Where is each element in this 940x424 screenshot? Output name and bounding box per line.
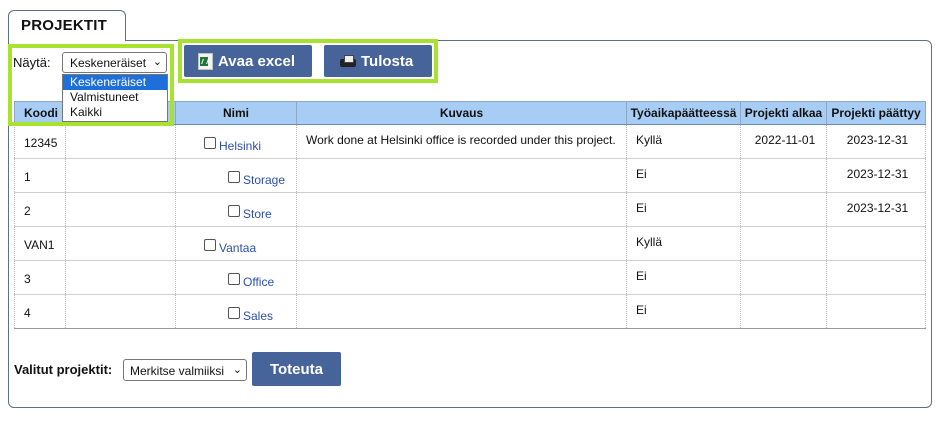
project-checkbox[interactable] [228,307,240,319]
cell-blank [65,158,176,193]
cell-end: 2023-12-31 [826,158,926,193]
show-label: Näytä: [13,55,51,70]
cell-code: 4 [14,294,66,329]
cell-name: Helsinki [175,124,297,159]
cell-description [296,226,627,261]
bulk-action-value: Merkitse valmiiksi [130,364,225,378]
excel-icon [198,52,213,70]
cell-terminal: Ei [626,192,741,227]
cell-code: VAN1 [14,226,66,261]
cell-description [296,192,627,227]
cell-blank [65,260,176,295]
cell-terminal: Ei [626,260,741,295]
cell-name: Sales [175,294,297,329]
table-row: VAN1 Vantaa Kyllä [14,226,926,261]
cell-blank [65,226,176,261]
table-row: 12345 Helsinki Work done at Helsinki offic… [14,124,926,159]
cell-name: Storage [175,158,297,193]
column-header-description[interactable]: Kuvaus [296,101,627,125]
cell-description [296,158,627,193]
dropdown-option-keskeneraiset[interactable]: Keskeneräiset [63,75,167,90]
project-name-link[interactable]: Helsinki [219,139,261,153]
cell-code: 1 [14,158,66,193]
project-checkbox[interactable] [228,171,240,183]
cell-name: Store [175,192,297,227]
selected-projects-label: Valitut projektit: [14,362,113,377]
cell-terminal: Kyllä [626,226,741,261]
projects-table: Koodi Nimi Kuvaus Työaikapäätteessä Proj… [14,101,926,329]
cell-code: 3 [14,260,66,295]
table-row: 2 Store Ei 2023-12-31 [14,192,926,227]
column-header-start[interactable]: Projekti alkaa [740,101,827,125]
cell-start [740,260,827,295]
table-row: 4 Sales Ei [14,294,926,329]
show-filter-dropdown: Keskeneräiset Valmistuneet Kaikki [62,74,168,122]
project-checkbox[interactable] [228,273,240,285]
open-excel-label: Avaa excel [218,52,296,70]
column-header-end[interactable]: Projekti päättyy [826,101,926,125]
print-button[interactable]: Tulosta [324,45,432,77]
cell-description [296,294,627,329]
project-name-link[interactable]: Office [243,275,274,289]
table-row: 3 Office Ei [14,260,926,295]
cell-end [826,226,926,261]
bulk-action-select[interactable]: Merkitse valmiiksi ⌄ [123,359,247,381]
open-excel-button[interactable]: Avaa excel [184,45,312,77]
project-checkbox[interactable] [228,205,240,217]
tab-projektit[interactable]: PROJEKTIT [8,10,126,41]
table-row: 1 Storage Ei 2023-12-31 [14,158,926,193]
dropdown-option-valmistuneet[interactable]: Valmistuneet [63,90,167,105]
cell-terminal: Ei [626,158,741,193]
cell-code: 12345 [14,124,66,159]
execute-button[interactable]: Toteuta [252,352,341,386]
chevron-down-icon: ⌄ [232,364,242,376]
cell-start [740,158,827,193]
cell-terminal: Kyllä [626,124,741,159]
cell-start [740,294,827,329]
cell-name: Vantaa [175,226,297,261]
cell-terminal: Ei [626,294,741,329]
cell-code: 2 [14,192,66,227]
project-name-link[interactable]: Store [243,207,272,221]
project-checkbox[interactable] [204,239,216,251]
project-name-link[interactable]: Vantaa [219,241,256,255]
printer-icon [340,54,356,68]
show-filter-select[interactable]: Keskeneräiset ⌄ [62,52,167,73]
print-label: Tulosta [361,52,414,70]
cell-blank [65,124,176,159]
dropdown-option-kaikki[interactable]: Kaikki [63,105,167,120]
column-header-terminal[interactable]: Työaikapäätteessä [626,101,741,125]
cell-end: 2023-12-31 [826,124,926,159]
cell-blank [65,192,176,227]
cell-start: 2022-11-01 [740,124,827,159]
show-filter-value: Keskeneräiset [70,56,147,70]
cell-end: 2023-12-31 [826,192,926,227]
cell-description [296,260,627,295]
column-header-name[interactable]: Nimi [175,101,297,125]
cell-end [826,260,926,295]
chevron-down-icon: ⌄ [152,56,162,68]
cell-start [740,192,827,227]
cell-end [826,294,926,329]
cell-description: Work done at Helsinki office is recorded… [296,124,627,159]
project-name-link[interactable]: Storage [243,173,285,187]
column-header-code[interactable]: Koodi [14,101,66,125]
project-checkbox[interactable] [204,137,216,149]
cell-blank [65,294,176,329]
cell-name: Office [175,260,297,295]
cell-start [740,226,827,261]
execute-label: Toteuta [269,360,324,378]
project-name-link[interactable]: Sales [243,309,273,323]
